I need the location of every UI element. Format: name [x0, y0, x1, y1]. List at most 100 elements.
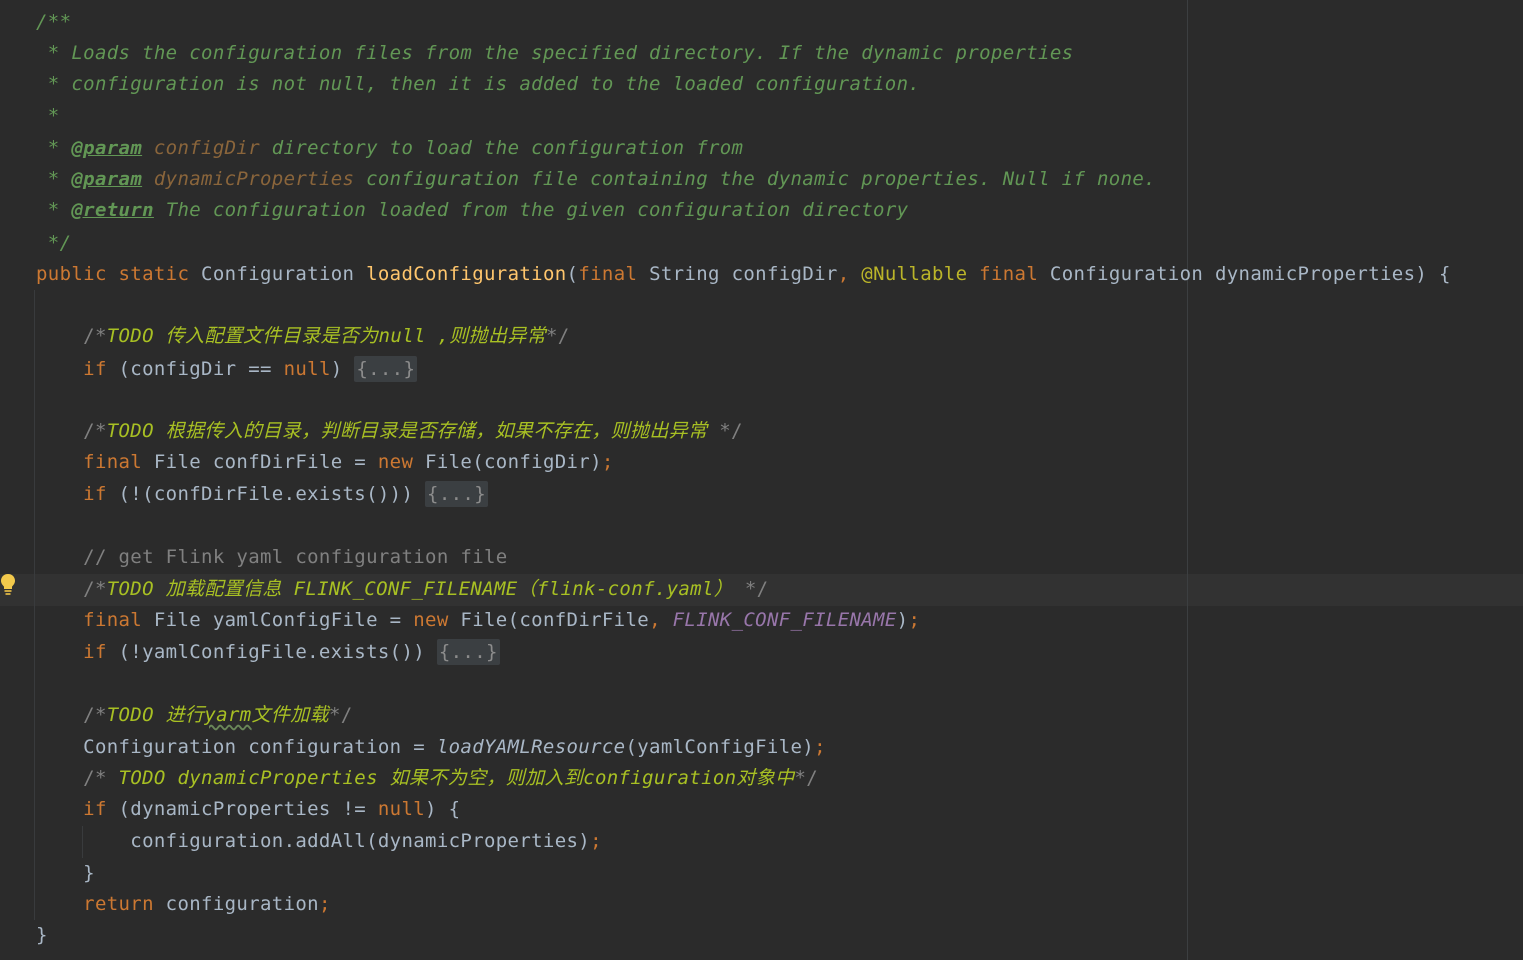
condition: (!yamlConfigFile.exists())	[106, 641, 437, 663]
comment-open: /*	[36, 420, 107, 442]
javadoc-description-line-2: * configuration is not null, then it is …	[36, 73, 921, 95]
javadoc-prefix: *	[36, 199, 72, 221]
yaml-config-file-declaration: final File yamlConfigFile = new File(con…	[36, 605, 920, 636]
code-editor[interactable]: /** * Loads the configuration files from…	[0, 0, 1523, 960]
javadoc-prefix: *	[36, 137, 72, 159]
javadoc-close: */	[36, 232, 72, 254]
javadoc-param-description: directory to load the configuration from	[260, 137, 744, 159]
condition: (!(confDirFile.exists()))	[106, 483, 426, 505]
javadoc-prefix: *	[36, 168, 72, 190]
javadoc-param-tag: @param	[71, 137, 143, 159]
comment-close: */	[328, 704, 353, 726]
keyword-null: null	[283, 358, 331, 380]
todo-text: TODO 进行	[106, 704, 205, 726]
keyword-final: final	[36, 451, 143, 473]
todo-text: TODO dynamicProperties 如果不为空，则加入到configu…	[118, 767, 795, 789]
todo-comment-1: /*TODO 传入配置文件目录是否为null ,则抛出异常*/	[36, 321, 570, 352]
keyword-static: static	[106, 263, 190, 285]
method-call: configuration.addAll(dynamicProperties)	[36, 830, 591, 852]
javadoc-param-description: configuration file containing the dynami…	[354, 168, 1156, 190]
parameter-dynamicproperties: Configuration dynamicProperties) {	[1038, 263, 1451, 285]
method-close-brace: }	[36, 924, 48, 946]
folded-block-button[interactable]: {...}	[425, 481, 488, 507]
conf-dir-file-declaration: final File confDirFile = new File(config…	[36, 447, 614, 478]
paren-close: )	[330, 358, 355, 380]
keyword-return: return	[36, 893, 154, 915]
block-open: ) {	[425, 798, 461, 820]
constructor-call: File(configDir)	[413, 451, 602, 473]
condition: (configDir ==	[106, 358, 284, 380]
static-method-call[interactable]: loadYAMLResource	[437, 736, 626, 758]
javadoc-param-name: configDir	[142, 137, 260, 159]
keyword-if: if	[36, 358, 107, 380]
call-arguments: (yamlConfigFile)	[625, 736, 815, 758]
comment-open: /*	[36, 767, 119, 789]
semicolon: ;	[908, 609, 921, 631]
comment-close: */	[733, 578, 769, 600]
return-value: configuration	[153, 893, 319, 915]
todo-comment-3: /*TODO 加载配置信息 FLINK_CONF_FILENAME（flink-…	[36, 574, 768, 605]
if-block-close: }	[36, 862, 95, 884]
todo-text: 文件加载	[251, 704, 329, 726]
method-indent-guide	[34, 290, 35, 920]
line-comment-get-flink-yaml: // get Flink yaml configuration file	[36, 546, 508, 568]
keyword-public: public	[36, 263, 107, 285]
comment-close: */	[707, 420, 743, 442]
comma: ,	[837, 263, 850, 285]
semicolon: ;	[814, 736, 826, 758]
comma: ,	[649, 609, 661, 631]
declaration: File confDirFile =	[142, 451, 378, 473]
if-configdir-null: if (configDir == null) {...}	[36, 354, 418, 385]
keyword-null: null	[377, 798, 426, 820]
folded-block-button[interactable]: {...}	[354, 356, 418, 382]
comment-close: */	[794, 767, 819, 789]
todo-comment-5: /* TODO dynamicProperties 如果不为空，则加入到conf…	[36, 763, 818, 794]
javadoc-description-line-1: * Loads the configuration files from the…	[36, 42, 1074, 64]
semicolon: ;	[590, 830, 602, 852]
paren-open: (	[566, 263, 579, 285]
semicolon: ;	[318, 893, 331, 915]
javadoc-return-description: The configuration loaded from the given …	[153, 199, 909, 221]
if-dynamic-properties-not-null: if (dynamicProperties != null) {	[36, 794, 460, 825]
keyword-if: if	[36, 798, 107, 820]
paren-close: )	[896, 609, 909, 631]
todo-comment-2: /*TODO 根据传入的目录，判断目录是否存储，如果不存在，则抛出异常 */	[36, 416, 743, 447]
comment-close: */	[546, 325, 570, 347]
todo-text: TODO 传入配置文件目录是否为null ,则抛出异常	[106, 325, 547, 347]
declaration: File yamlConfigFile =	[142, 609, 414, 631]
keyword-final: final	[36, 609, 143, 631]
keyword-final: final	[967, 263, 1039, 285]
keyword-if: if	[36, 483, 107, 505]
method-name[interactable]: loadConfiguration	[366, 263, 566, 285]
keyword-final: final	[578, 263, 638, 285]
declaration: Configuration configuration =	[36, 736, 437, 758]
javadoc-open: /**	[36, 11, 72, 33]
todo-text: TODO 加载配置信息 FLINK_CONF_FILENAME（flink-co…	[106, 578, 734, 600]
comment-open: /*	[36, 325, 107, 347]
right-margin-guide	[1187, 0, 1188, 960]
method-signature[interactable]: public static Configuration loadConfigur…	[36, 259, 1451, 290]
todo-text: TODO 根据传入的目录，判断目录是否存储，如果不存在，则抛出异常	[106, 420, 708, 442]
if-yaml-config-exists: if (!yamlConfigFile.exists()) {...}	[36, 637, 500, 668]
javadoc-param-configdir: * @param configDir directory to load the…	[36, 133, 743, 164]
constant-flink-conf-filename[interactable]: FLINK_CONF_FILENAME	[661, 609, 897, 631]
parameter-configdir: String configDir	[637, 263, 838, 285]
keyword-if: if	[36, 641, 107, 663]
semicolon: ;	[601, 451, 614, 473]
comment-open: /*	[36, 578, 107, 600]
comment-open: /*	[36, 704, 107, 726]
lightbulb-icon[interactable]	[0, 573, 16, 597]
add-all-call: configuration.addAll(dynamicProperties);	[36, 826, 602, 857]
annotation-nullable: @Nullable	[849, 263, 968, 285]
keyword-new: new	[377, 451, 414, 473]
return-statement: return configuration;	[36, 889, 331, 920]
keyword-new: new	[413, 609, 449, 631]
folded-block-button[interactable]: {...}	[436, 639, 500, 665]
javadoc-return-tag: @return	[71, 199, 154, 221]
javadoc-param-tag: @param	[71, 168, 143, 190]
if-conf-dir-exists: if (!(confDirFile.exists())) {...}	[36, 479, 488, 510]
return-type: Configuration	[189, 263, 367, 285]
todo-comment-4: /*TODO 进行yarm文件加载*/	[36, 700, 353, 731]
javadoc-blank-line: *	[36, 105, 60, 127]
javadoc-param-dynamicproperties: * @param dynamicProperties configuration…	[36, 164, 1156, 195]
